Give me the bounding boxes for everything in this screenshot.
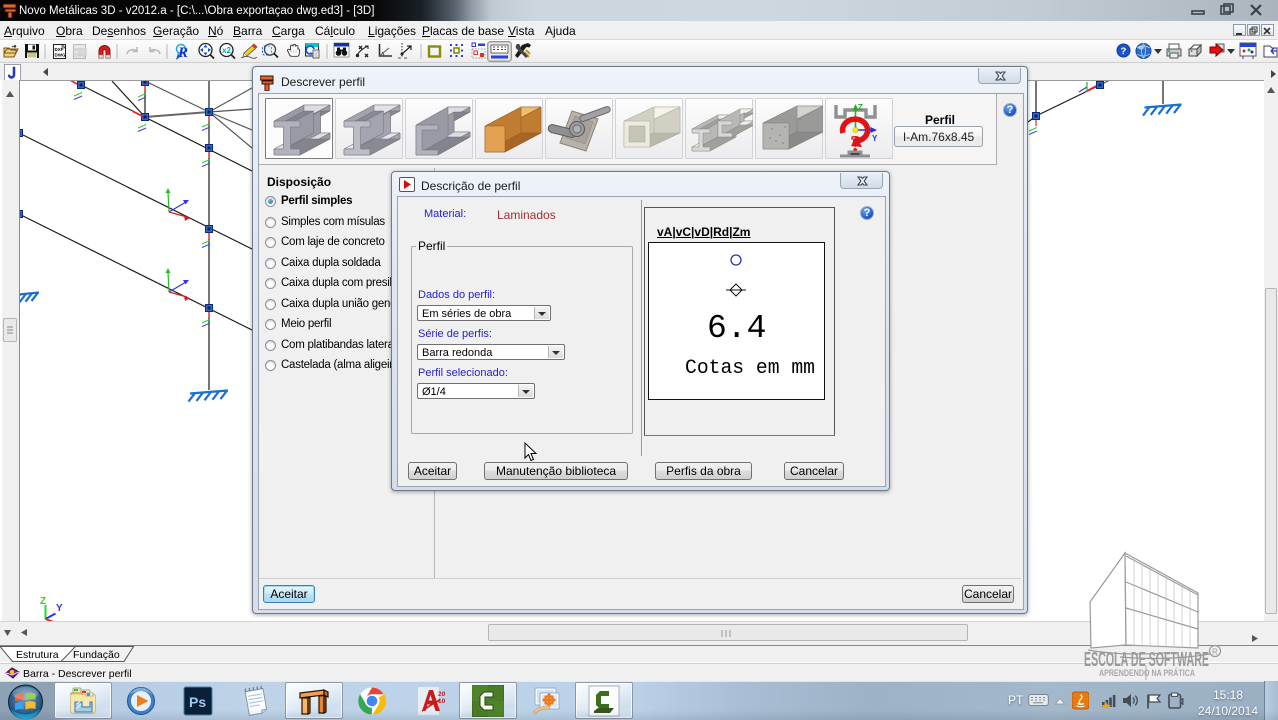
svg-text:6.4: 6.4: [707, 310, 766, 347]
svg-text:Y: Y: [872, 134, 878, 143]
svg-text:R: R: [1212, 648, 1218, 657]
svg-text:APRENDENDO NA PRÁTICA: APRENDENDO NA PRÁTICA: [1099, 668, 1195, 678]
svg-text:Ps: Ps: [189, 694, 206, 710]
svg-text:Y: Y: [56, 603, 63, 614]
svg-text:10: 10: [438, 698, 446, 705]
svg-text:Z: Z: [40, 596, 46, 607]
svg-text:Z: Z: [858, 103, 863, 112]
svg-text:Cotas em mm: Cotas em mm: [685, 357, 815, 380]
svg-text:20: 20: [438, 691, 446, 698]
